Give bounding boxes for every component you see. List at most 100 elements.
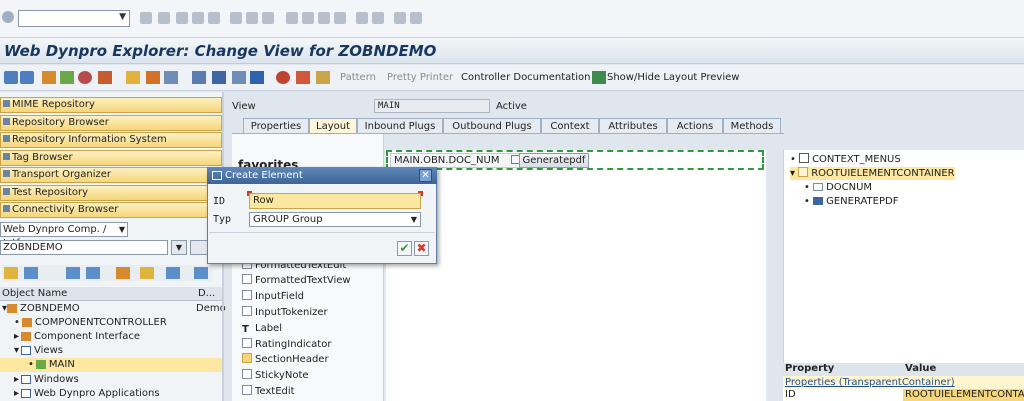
forward-arrow-icon[interactable] <box>20 71 34 84</box>
shortcut-icon[interactable] <box>372 12 384 24</box>
find-next-icon[interactable] <box>262 12 274 24</box>
hierarchy-icon[interactable] <box>192 71 206 84</box>
tree-node-componentcontroller[interactable]: • COMPONENTCONTROLLER <box>0 316 222 330</box>
palette-item-inputfield[interactable]: InputField <box>242 290 304 303</box>
element-rootuielementcontainer[interactable]: ▾ ROOTUIELEMENTCONTAINER <box>790 167 955 180</box>
palette-item-ratingindicator[interactable]: RatingIndicator <box>242 338 331 351</box>
layout-preview-button[interactable]: Show/Hide Layout Preview <box>607 72 739 83</box>
palette-item-inputtokenizer[interactable]: InputTokenizer <box>242 306 328 319</box>
watch-icon[interactable] <box>296 71 310 84</box>
tab-methods[interactable]: Methods <box>723 118 781 134</box>
tab-outbound-plugs[interactable]: Outbound Plugs <box>443 118 541 134</box>
palette-item-label[interactable]: T Label <box>242 322 282 335</box>
close-tree-icon[interactable] <box>194 267 208 279</box>
element-context-menus[interactable]: • CONTEXT_MENUS <box>790 153 901 166</box>
display-change-icon[interactable] <box>60 71 74 84</box>
column-object-name[interactable]: Object Name <box>2 287 67 300</box>
info-icon[interactable] <box>250 71 264 84</box>
test-repository-button[interactable]: Test Repository <box>0 185 222 201</box>
tab-layout[interactable]: Layout <box>309 118 357 134</box>
palette-item-textedit[interactable]: TextEdit <box>242 385 295 398</box>
tree-node-zobndemo[interactable]: ▾ ZOBNDEMO Demo <box>0 302 226 316</box>
element-generatepdf[interactable]: • GENERATEPDF <box>790 195 898 208</box>
new-session-icon[interactable] <box>356 12 368 24</box>
last-page-icon[interactable] <box>334 12 346 24</box>
object-name-dropdown[interactable]: ▼ <box>171 240 187 255</box>
tab-context[interactable]: Context <box>541 118 599 134</box>
find-icon[interactable] <box>246 12 258 24</box>
expand-icon[interactable] <box>24 267 38 279</box>
tag-browser-button[interactable]: Tag Browser <box>0 150 222 166</box>
filter-icon[interactable] <box>66 267 80 279</box>
enter-icon[interactable] <box>2 11 14 23</box>
mime-repository-button[interactable]: MIME Repository <box>0 97 222 113</box>
window-icon[interactable] <box>232 71 246 84</box>
connectivity-browser-button[interactable]: Connectivity Browser <box>0 202 222 218</box>
palette-item-formattedtextview[interactable]: FormattedTextView <box>242 274 351 287</box>
object-type-select[interactable]: Web Dynpro Comp. / Intf.▼ <box>0 222 128 249</box>
properties-group-row[interactable]: Properties (TransparentContainer) <box>783 376 1024 389</box>
first-page-icon[interactable] <box>286 12 298 24</box>
wizard-icon[interactable] <box>316 71 330 84</box>
dropdown-arrow-icon[interactable]: ▼ <box>119 12 126 22</box>
palette-item-stickynote[interactable]: StickyNote <box>242 369 309 382</box>
tree-node-component-interface[interactable]: ▸ Component Interface <box>0 330 222 344</box>
other-object-icon[interactable] <box>42 71 56 84</box>
controller-documentation-button[interactable]: Controller Documentation <box>461 72 590 83</box>
tab-properties[interactable]: Properties <box>243 118 309 134</box>
property-row-id[interactable]: ID ROOTUIELEMENTCONTAINER <box>783 389 1024 401</box>
check-icon[interactable] <box>126 71 140 84</box>
print-icon[interactable] <box>230 12 242 24</box>
pretty-printer-button[interactable]: Pretty Printer <box>387 72 453 83</box>
generatepdf-button[interactable]: Generatepdf <box>519 153 589 168</box>
docnum-inputfield[interactable]: MAIN.OBN.DOC_NUM <box>390 153 526 168</box>
id-input[interactable]: Row <box>249 193 421 209</box>
breakpoint-icon[interactable] <box>276 71 290 84</box>
layout-canvas[interactable] <box>386 150 766 401</box>
where-used-icon[interactable] <box>98 71 112 84</box>
tab-inbound-plugs[interactable]: Inbound Plugs <box>357 118 443 134</box>
transport-organizer-button[interactable]: Transport Organizer <box>0 167 222 183</box>
collapse-icon[interactable] <box>4 267 18 279</box>
button-icon <box>813 197 824 205</box>
activate-icon[interactable] <box>78 71 92 84</box>
repository-browser-button[interactable]: Repository Browser <box>0 115 222 131</box>
layout-preview-icon[interactable] <box>592 71 606 84</box>
element-docnum[interactable]: • DOCNUM <box>790 181 872 194</box>
prev-page-icon[interactable] <box>302 12 314 24</box>
back-icon[interactable] <box>140 12 152 24</box>
column-description[interactable]: D... <box>198 287 215 300</box>
sort-icon[interactable] <box>86 267 100 279</box>
navigation-icon[interactable] <box>164 71 178 84</box>
tree-node-web-dynpro-applications[interactable]: ▸ Web Dynpro Applications <box>0 387 222 401</box>
browser-icon <box>3 118 10 125</box>
refresh-icon[interactable] <box>166 267 180 279</box>
close-icon[interactable]: ✕ <box>419 169 432 182</box>
command-field[interactable]: ▼ <box>18 10 130 27</box>
typ-select[interactable]: GROUP Group ▼ <box>249 212 421 227</box>
palette-item-sectionheader[interactable]: SectionHeader <box>242 353 329 366</box>
back-nav-icon[interactable] <box>176 12 188 24</box>
cancel-icon[interactable]: ✖ <box>414 241 429 256</box>
display-object-icon[interactable] <box>190 240 208 255</box>
repository-info-system-button[interactable]: Repository Information System <box>0 132 222 148</box>
edit-icon[interactable] <box>146 71 160 84</box>
tree-node-main[interactable]: • MAIN <box>0 358 222 372</box>
pattern-button[interactable]: Pattern <box>340 72 376 83</box>
save-icon[interactable] <box>158 12 170 24</box>
cancel-icon[interactable] <box>208 12 220 24</box>
hierarchy-icon[interactable] <box>116 267 130 279</box>
next-page-icon[interactable] <box>318 12 330 24</box>
tree-node-views[interactable]: ▾ Views <box>0 344 222 358</box>
confirm-icon[interactable]: ✔ <box>397 241 412 256</box>
layout-icon[interactable] <box>212 71 226 84</box>
favorites-icon[interactable] <box>140 267 154 279</box>
layout-menu-icon[interactable] <box>410 12 422 24</box>
tab-attributes[interactable]: Attributes <box>599 118 667 134</box>
tab-actions[interactable]: Actions <box>667 118 723 134</box>
object-name-input[interactable]: ZOBNDEMO <box>0 240 168 255</box>
tree-node-windows[interactable]: ▸ Windows <box>0 373 222 387</box>
exit-icon[interactable] <box>192 12 204 24</box>
help-icon[interactable] <box>394 12 406 24</box>
back-arrow-icon[interactable] <box>4 71 18 84</box>
